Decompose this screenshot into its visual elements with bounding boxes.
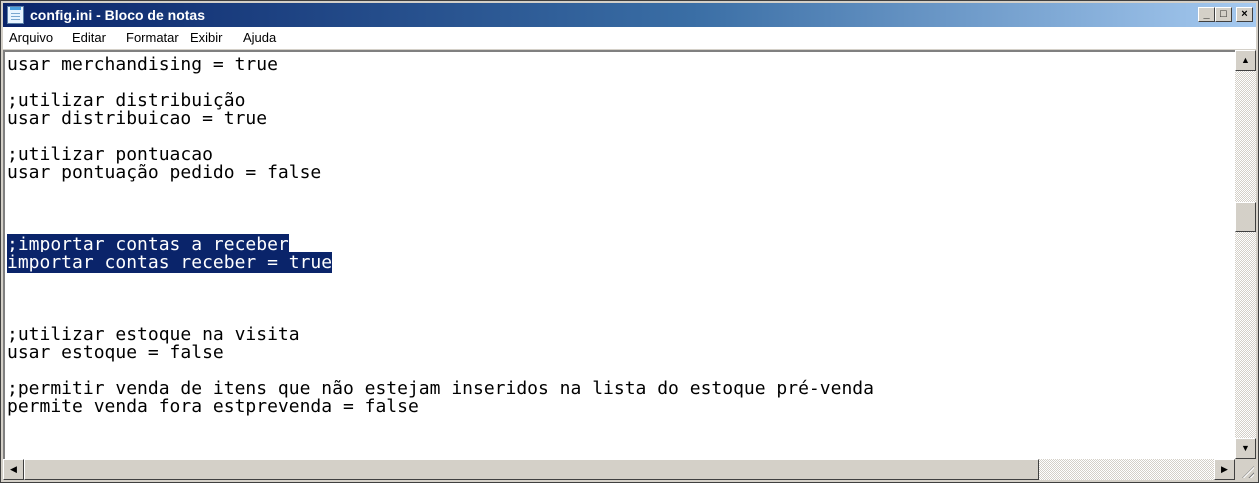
notepad-window: config.ini - Bloco de notas _ □ × Arquiv… xyxy=(0,0,1259,483)
text-line[interactable]: usar merchandising = true xyxy=(7,56,874,74)
vertical-scrollbar[interactable]: ▲ ▼ xyxy=(1235,50,1256,459)
text-line[interactable]: permite venda fora estprevenda = false xyxy=(7,398,874,416)
text-line-content: usar pontuação pedido = false xyxy=(7,162,322,183)
title-bar[interactable]: config.ini - Bloco de notas _ □ × xyxy=(3,3,1256,27)
text-line[interactable] xyxy=(7,200,874,218)
text-line-content: importar contas receber = true xyxy=(7,252,333,273)
menu-exibir[interactable]: Exibir xyxy=(190,30,223,46)
text-line[interactable] xyxy=(7,290,874,308)
resize-grip[interactable] xyxy=(1235,459,1256,480)
horizontal-scrollbar[interactable]: ◀ ▶ xyxy=(3,459,1235,480)
text-line-content: usar merchandising = true xyxy=(7,54,278,75)
text-line-content: usar estoque = false xyxy=(7,342,224,363)
menu-editar[interactable]: Editar xyxy=(72,30,106,46)
menu-formatar[interactable]: Formatar xyxy=(126,30,179,46)
text-content[interactable]: usar merchandising = true ;utilizar distr… xyxy=(7,56,874,416)
scroll-up-button[interactable]: ▲ xyxy=(1235,50,1256,71)
notepad-icon[interactable] xyxy=(7,6,24,24)
text-editor[interactable]: usar merchandising = true ;utilizar distr… xyxy=(3,50,1235,459)
text-line[interactable]: importar contas receber = true xyxy=(7,252,874,273)
close-button[interactable]: × xyxy=(1236,7,1253,22)
text-line[interactable] xyxy=(7,182,874,200)
text-line[interactable]: usar pontuação pedido = false xyxy=(7,164,874,182)
text-line-content: usar distribuicao = true xyxy=(7,108,268,129)
scroll-down-button[interactable]: ▼ xyxy=(1235,438,1256,459)
minimize-button[interactable]: _ xyxy=(1198,7,1215,22)
scroll-left-button[interactable]: ◀ xyxy=(3,459,24,480)
maximize-button[interactable]: □ xyxy=(1215,7,1232,22)
text-line-content: permite venda fora estprevenda = false xyxy=(7,396,419,417)
text-line[interactable]: usar estoque = false xyxy=(7,344,874,362)
window-title: config.ini - Bloco de notas xyxy=(30,7,205,23)
vertical-scroll-thumb[interactable] xyxy=(1235,202,1256,232)
text-line[interactable]: usar distribuicao = true xyxy=(7,110,874,128)
scroll-right-button[interactable]: ▶ xyxy=(1214,459,1235,480)
text-line[interactable] xyxy=(7,272,874,290)
menu-bar: Arquivo Editar Formatar Exibir Ajuda xyxy=(3,27,1256,50)
horizontal-scroll-thumb[interactable] xyxy=(24,459,1039,480)
menu-arquivo[interactable]: Arquivo xyxy=(9,30,53,46)
menu-ajuda[interactable]: Ajuda xyxy=(243,30,276,46)
